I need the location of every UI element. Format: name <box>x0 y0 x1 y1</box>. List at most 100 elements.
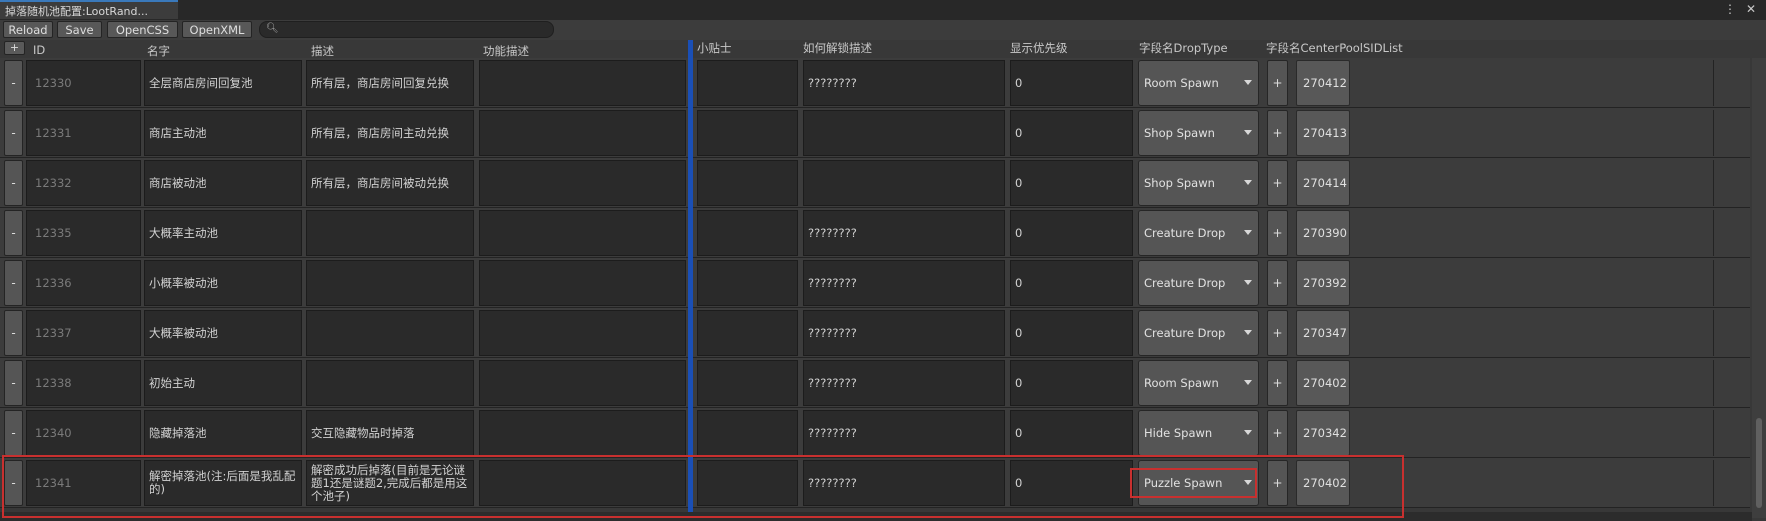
desc-field[interactable]: 所有层，商店房间主动兑换 <box>306 110 474 156</box>
name-field[interactable]: 商店主动池 <box>144 110 302 156</box>
header-pool-list[interactable]: 字段名CenterPoolSIDList <box>1266 40 1403 56</box>
priority-field[interactable]: 0 <box>1010 310 1133 356</box>
pool-sid-field[interactable]: 270390 <box>1296 210 1350 256</box>
remove-row-button[interactable]: - <box>4 460 23 506</box>
name-field[interactable]: 商店被动池 <box>144 160 302 206</box>
desc-field[interactable] <box>306 260 474 306</box>
header-func-desc[interactable]: 功能描述 <box>483 43 529 59</box>
window-tab[interactable]: 掉落随机池配置:LootRand... <box>0 0 178 19</box>
add-pool-button[interactable]: + <box>1267 310 1288 356</box>
desc-field[interactable] <box>306 310 474 356</box>
header-id[interactable]: ID <box>33 43 45 57</box>
desc-field[interactable]: 交互隐藏物品时掉落 <box>306 410 474 456</box>
priority-field[interactable]: 0 <box>1010 210 1133 256</box>
unlock-field[interactable] <box>803 110 1005 156</box>
name-field[interactable]: 小概率被动池 <box>144 260 302 306</box>
unlock-field[interactable]: ???????? <box>803 260 1005 306</box>
func-desc-field[interactable] <box>479 110 686 156</box>
header-unlock[interactable]: 如何解锁描述 <box>803 40 872 56</box>
drop-type-dropdown[interactable]: Hide Spawn <box>1138 410 1259 456</box>
add-pool-button[interactable]: + <box>1267 360 1288 406</box>
add-pool-button[interactable]: + <box>1267 410 1288 456</box>
name-field[interactable]: 大概率主动池 <box>144 210 302 256</box>
desc-field[interactable] <box>306 360 474 406</box>
add-pool-button[interactable]: + <box>1267 210 1288 256</box>
header-tip[interactable]: 小贴士 <box>697 40 732 56</box>
unlock-field[interactable] <box>803 160 1005 206</box>
priority-field[interactable]: 0 <box>1010 410 1133 456</box>
desc-field[interactable]: 解密成功后掉落(目前是无论谜题1还是谜题2,完成后都是用这个池子) <box>306 460 474 506</box>
unlock-field[interactable]: ???????? <box>803 460 1005 506</box>
pool-sid-field[interactable]: 270392 <box>1296 260 1350 306</box>
desc-field[interactable]: 所有层，商店房间被动兑换 <box>306 160 474 206</box>
search-input[interactable]: 🔍︎ <box>259 21 554 38</box>
add-pool-button[interactable]: + <box>1267 60 1288 106</box>
name-field[interactable]: 隐藏掉落池 <box>144 410 302 456</box>
remove-row-button[interactable]: - <box>4 160 23 206</box>
add-pool-button[interactable]: + <box>1267 260 1288 306</box>
remove-row-button[interactable]: - <box>4 60 23 106</box>
func-desc-field[interactable] <box>479 210 686 256</box>
priority-field[interactable]: 0 <box>1010 260 1133 306</box>
more-menu-icon[interactable]: ⋮ <box>1724 2 1736 16</box>
open-css-button[interactable]: OpenCSS <box>107 21 178 38</box>
priority-field[interactable]: 0 <box>1010 360 1133 406</box>
pool-sid-field[interactable]: 270412 <box>1296 60 1350 106</box>
header-priority[interactable]: 显示优先级 <box>1010 40 1068 56</box>
tip-field[interactable] <box>697 360 798 406</box>
pool-sid-field[interactable]: 270402 <box>1296 360 1350 406</box>
tip-field[interactable] <box>697 410 798 456</box>
unlock-field[interactable]: ???????? <box>803 60 1005 106</box>
tip-field[interactable] <box>697 260 798 306</box>
drop-type-dropdown[interactable]: Puzzle Spawn <box>1138 460 1259 506</box>
header-name[interactable]: 名字 <box>147 43 170 59</box>
tip-field[interactable] <box>697 460 798 506</box>
tip-field[interactable] <box>697 110 798 156</box>
add-pool-button[interactable]: + <box>1267 460 1288 506</box>
tip-field[interactable] <box>697 160 798 206</box>
func-desc-field[interactable] <box>479 360 686 406</box>
add-pool-button[interactable]: + <box>1267 160 1288 206</box>
unlock-field[interactable]: ???????? <box>803 410 1005 456</box>
drop-type-dropdown[interactable]: Shop Spawn <box>1138 160 1259 206</box>
name-field[interactable]: 解密掉落池(注:后面是我乱配的) <box>144 460 302 506</box>
tip-field[interactable] <box>697 60 798 106</box>
open-xml-button[interactable]: OpenXML <box>182 21 252 38</box>
pool-sid-field[interactable]: 270347 <box>1296 310 1350 356</box>
add-pool-button[interactable]: + <box>1267 110 1288 156</box>
func-desc-field[interactable] <box>479 460 686 506</box>
func-desc-field[interactable] <box>479 260 686 306</box>
remove-row-button[interactable]: - <box>4 110 23 156</box>
unlock-field[interactable]: ???????? <box>803 310 1005 356</box>
frozen-column-divider[interactable] <box>688 40 693 518</box>
remove-row-button[interactable]: - <box>4 310 23 356</box>
func-desc-field[interactable] <box>479 160 686 206</box>
priority-field[interactable]: 0 <box>1010 60 1133 106</box>
vertical-scroll-thumb[interactable] <box>1756 418 1762 508</box>
drop-type-dropdown[interactable]: Creature Drop <box>1138 260 1259 306</box>
drop-type-dropdown[interactable]: Creature Drop <box>1138 210 1259 256</box>
drop-type-dropdown[interactable]: Room Spawn <box>1138 360 1259 406</box>
tip-field[interactable] <box>697 210 798 256</box>
func-desc-field[interactable] <box>479 60 686 106</box>
reload-button[interactable]: Reload <box>3 21 53 38</box>
drop-type-dropdown[interactable]: Room Spawn <box>1138 60 1259 106</box>
vertical-scrollbar[interactable] <box>1752 58 1766 518</box>
unlock-field[interactable]: ???????? <box>803 210 1005 256</box>
pool-sid-field[interactable]: 270413 <box>1296 110 1350 156</box>
func-desc-field[interactable] <box>479 410 686 456</box>
drop-type-dropdown[interactable]: Creature Drop <box>1138 310 1259 356</box>
name-field[interactable]: 大概率被动池 <box>144 310 302 356</box>
remove-row-button[interactable]: - <box>4 410 23 456</box>
name-field[interactable]: 初始主动 <box>144 360 302 406</box>
save-button[interactable]: Save <box>57 21 102 38</box>
unlock-field[interactable]: ???????? <box>803 360 1005 406</box>
remove-row-button[interactable]: - <box>4 360 23 406</box>
remove-row-button[interactable]: - <box>4 210 23 256</box>
pool-sid-field[interactable]: 270414 <box>1296 160 1350 206</box>
pool-sid-field[interactable]: 270342 <box>1296 410 1350 456</box>
priority-field[interactable]: 0 <box>1010 110 1133 156</box>
header-drop-type[interactable]: 字段名DropType <box>1139 40 1228 56</box>
desc-field[interactable] <box>306 210 474 256</box>
pool-sid-field[interactable]: 270402 <box>1296 460 1350 506</box>
